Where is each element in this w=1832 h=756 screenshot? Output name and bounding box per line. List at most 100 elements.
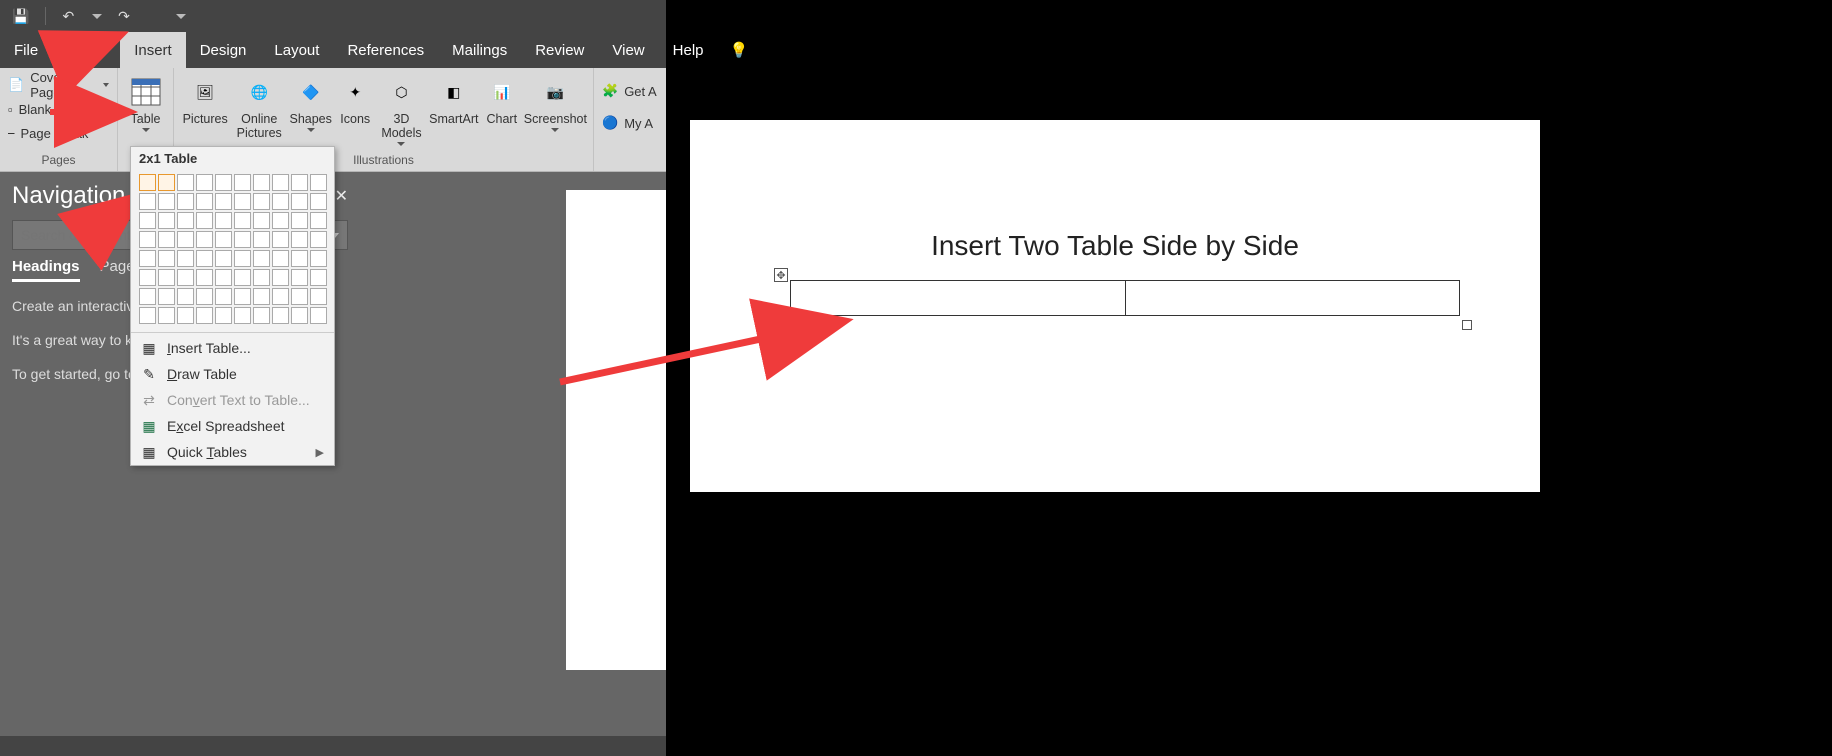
grid-cell[interactable] [253, 269, 270, 286]
grid-cell[interactable] [310, 307, 327, 324]
tab-references[interactable]: References [333, 32, 438, 68]
grid-cell[interactable] [139, 231, 156, 248]
grid-cell[interactable] [139, 174, 156, 191]
smartart-button[interactable]: ◧ SmartArt [428, 70, 480, 126]
grid-cell[interactable] [158, 250, 175, 267]
grid-cell[interactable] [291, 288, 308, 305]
grid-cell[interactable] [234, 231, 251, 248]
grid-cell[interactable] [215, 193, 232, 210]
grid-cell[interactable] [234, 193, 251, 210]
grid-cell[interactable] [158, 307, 175, 324]
grid-cell[interactable] [234, 269, 251, 286]
excel-spreadsheet-menu-item[interactable]: ▦ Excel Spreadsheet [131, 413, 334, 439]
grid-cell[interactable] [139, 193, 156, 210]
grid-cell[interactable] [310, 212, 327, 229]
grid-cell[interactable] [196, 269, 213, 286]
tab-mailings[interactable]: Mailings [438, 32, 521, 68]
grid-cell[interactable] [272, 307, 289, 324]
grid-cell[interactable] [310, 269, 327, 286]
grid-cell[interactable] [177, 269, 194, 286]
grid-cell[interactable] [272, 231, 289, 248]
redo-icon[interactable]: ↷ [118, 8, 130, 25]
3d-models-button[interactable]: ⬡ 3D Models [377, 70, 426, 146]
grid-cell[interactable] [291, 174, 308, 191]
grid-cell[interactable] [196, 307, 213, 324]
grid-cell[interactable] [196, 288, 213, 305]
grid-cell[interactable] [177, 193, 194, 210]
grid-cell[interactable] [253, 288, 270, 305]
grid-cell[interactable] [139, 288, 156, 305]
grid-cell[interactable] [158, 288, 175, 305]
tab-file[interactable]: File [0, 32, 52, 68]
quick-tables-menu-item[interactable]: ▦ Quick Tables ▶ [131, 439, 334, 465]
table-size-grid[interactable] [131, 170, 334, 330]
grid-cell[interactable] [234, 307, 251, 324]
grid-cell[interactable] [215, 231, 232, 248]
grid-cell[interactable] [291, 212, 308, 229]
icons-button[interactable]: ✦ Icons [335, 70, 375, 126]
grid-cell[interactable] [234, 212, 251, 229]
page-break-button[interactable]: ⎯ Page Break [6, 122, 111, 144]
grid-cell[interactable] [272, 174, 289, 191]
pictures-button[interactable]: 🖼 Pictures [180, 70, 230, 126]
grid-cell[interactable] [177, 288, 194, 305]
shapes-button[interactable]: 🔷 Shapes [288, 70, 333, 132]
tab-home[interactable]: Home [52, 32, 120, 68]
grid-cell[interactable] [310, 193, 327, 210]
grid-cell[interactable] [253, 250, 270, 267]
grid-cell[interactable] [177, 231, 194, 248]
grid-cell[interactable] [139, 212, 156, 229]
cover-page-button[interactable]: 📄 Cover Page [6, 74, 111, 96]
grid-cell[interactable] [253, 307, 270, 324]
table-button[interactable]: Table [124, 70, 167, 132]
chart-button[interactable]: 📊 Chart [482, 70, 522, 126]
grid-cell[interactable] [196, 250, 213, 267]
grid-cell[interactable] [291, 193, 308, 210]
tab-insert[interactable]: Insert [120, 32, 186, 68]
draw-table-menu-item[interactable]: ✎ Draw Table [131, 361, 334, 387]
grid-cell[interactable] [158, 174, 175, 191]
grid-cell[interactable] [272, 250, 289, 267]
grid-cell[interactable] [158, 193, 175, 210]
get-addins-button[interactable]: 🧩 Get A [600, 80, 659, 102]
qat-customize-icon[interactable] [176, 14, 186, 19]
grid-cell[interactable] [272, 288, 289, 305]
insert-table-menu-item[interactable]: ▦ IInsert Table...nsert Table... [131, 335, 334, 361]
table-move-handle-icon[interactable]: ✥ [774, 268, 788, 282]
close-icon[interactable]: ✕ [335, 186, 348, 206]
grid-cell[interactable] [215, 269, 232, 286]
grid-cell[interactable] [234, 174, 251, 191]
grid-cell[interactable] [196, 212, 213, 229]
grid-cell[interactable] [310, 288, 327, 305]
grid-cell[interactable] [310, 250, 327, 267]
online-pictures-button[interactable]: 🌐 Online Pictures [232, 70, 286, 140]
tab-review[interactable]: Review [521, 32, 598, 68]
grid-cell[interactable] [291, 269, 308, 286]
grid-cell[interactable] [291, 250, 308, 267]
grid-cell[interactable] [310, 231, 327, 248]
tab-help[interactable]: Help [659, 32, 718, 68]
grid-cell[interactable] [139, 269, 156, 286]
tab-layout[interactable]: Layout [260, 32, 333, 68]
grid-cell[interactable] [215, 307, 232, 324]
grid-cell[interactable] [253, 231, 270, 248]
my-addins-button[interactable]: 🔵 My A [600, 112, 659, 134]
grid-cell[interactable] [196, 193, 213, 210]
screenshot-button[interactable]: 📷 Screenshot [524, 70, 587, 132]
grid-cell[interactable] [272, 193, 289, 210]
tab-view[interactable]: View [598, 32, 658, 68]
grid-cell[interactable] [177, 212, 194, 229]
grid-cell[interactable] [272, 269, 289, 286]
blank-page-button[interactable]: ▫ Blank Page [6, 98, 111, 120]
grid-cell[interactable] [253, 174, 270, 191]
grid-cell[interactable] [177, 250, 194, 267]
grid-cell[interactable] [158, 212, 175, 229]
nav-tab-headings[interactable]: Headings [12, 258, 80, 282]
grid-cell[interactable] [272, 212, 289, 229]
grid-cell[interactable] [196, 231, 213, 248]
grid-cell[interactable] [177, 174, 194, 191]
grid-cell[interactable] [215, 212, 232, 229]
grid-cell[interactable] [177, 307, 194, 324]
grid-cell[interactable] [139, 307, 156, 324]
grid-cell[interactable] [291, 231, 308, 248]
